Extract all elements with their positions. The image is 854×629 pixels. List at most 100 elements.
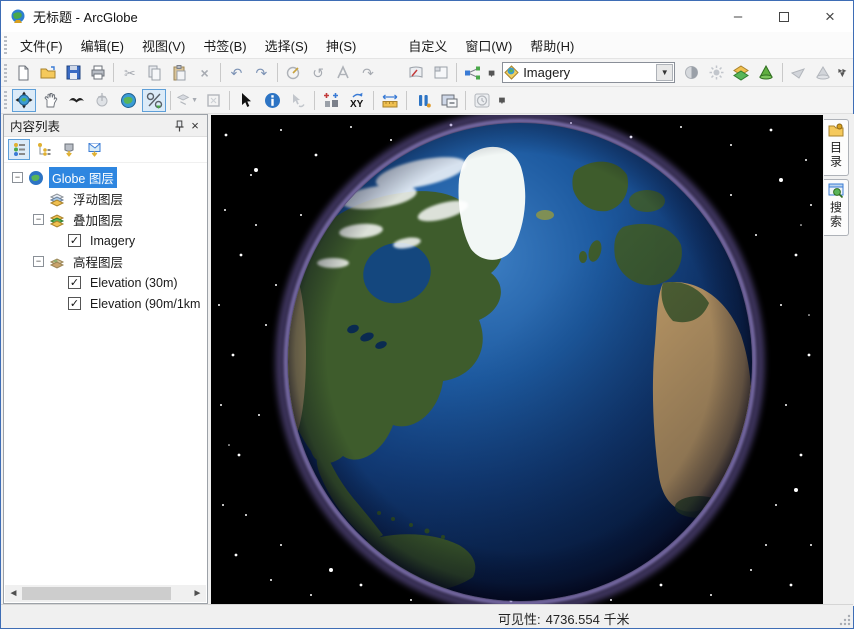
tree-label-elevation-90m[interactable]: Elevation (90m/1km: [87, 296, 203, 312]
tree-item-elevation-90m[interactable]: ✓ Elevation (90m/1km: [4, 293, 207, 314]
gray-cone-1-button[interactable]: [787, 61, 810, 84]
list-by-visibility-button[interactable]: [58, 139, 80, 160]
tree-item-floating-layers[interactable]: 浮动图层: [4, 188, 207, 209]
menu-customize[interactable]: 自定义: [399, 32, 456, 59]
collapse-icon[interactable]: −: [33, 214, 44, 225]
cut-button[interactable]: ✂: [118, 61, 141, 84]
new-document-button[interactable]: [12, 61, 35, 84]
menu-window[interactable]: 窗口(W): [456, 32, 521, 59]
tree-label-floating-layers[interactable]: 浮动图层: [70, 188, 126, 209]
paste-button[interactable]: [168, 61, 191, 84]
panel-close-button[interactable]: ×: [187, 118, 203, 134]
menu-edit[interactable]: 编辑(E): [72, 32, 133, 59]
undo-button[interactable]: ↶: [225, 61, 248, 84]
html-popup-button[interactable]: [286, 89, 310, 112]
maximize-button[interactable]: [761, 1, 807, 32]
time-slider-button[interactable]: [470, 89, 494, 112]
menu-bookmarks[interactable]: 书签(B): [194, 32, 255, 59]
animation-controls-button[interactable]: [411, 89, 435, 112]
curve-tool-button[interactable]: ↷: [356, 61, 379, 84]
menu-view[interactable]: 视图(V): [133, 32, 194, 59]
list-by-visibility-icon: [62, 142, 76, 157]
imagery-checkbox[interactable]: ✓: [68, 234, 81, 247]
label-tool-button[interactable]: [332, 61, 355, 84]
redo-button[interactable]: ↷: [250, 61, 273, 84]
contrast-circle-icon: [684, 65, 699, 80]
layer-combo-icon: [503, 64, 520, 81]
viewer-window-2-button[interactable]: [429, 61, 452, 84]
close-button[interactable]: ×: [807, 1, 853, 32]
delete-button[interactable]: ×: [193, 61, 216, 84]
tab-search[interactable]: 搜索: [824, 179, 849, 236]
tree-item-draped-layers[interactable]: − 叠加图层: [4, 209, 207, 230]
nav-toolbar-grip[interactable]: [4, 91, 7, 109]
menu-selection[interactable]: 选择(S): [256, 32, 317, 59]
tree-label-elevation-30m[interactable]: Elevation (30m): [87, 275, 181, 291]
navigation-mode-button[interactable]: [142, 89, 166, 112]
elevation-30m-checkbox[interactable]: ✓: [68, 276, 81, 289]
tree-label-globe-layers[interactable]: Globe 图层: [49, 167, 117, 188]
copy-button[interactable]: [143, 61, 166, 84]
fixed-zoom-button[interactable]: [201, 89, 225, 112]
menu-tools[interactable]: 抻(S): [317, 32, 365, 59]
nav-toolbar-overflow-button[interactable]: ▄▼: [495, 89, 509, 111]
print-button[interactable]: [87, 61, 110, 84]
gray-cone-2-button[interactable]: [812, 61, 835, 84]
green-cone-button[interactable]: [755, 61, 778, 84]
select-arrow-button[interactable]: [234, 89, 258, 112]
open-button[interactable]: [37, 61, 60, 84]
tree-label-draped-layers[interactable]: 叠加图层: [70, 209, 126, 230]
tree-item-globe-layers[interactable]: − Globe 图层: [4, 167, 207, 188]
scroll-thumb[interactable]: [22, 587, 171, 600]
brightness-button[interactable]: [705, 61, 728, 84]
navigate-button[interactable]: [12, 89, 36, 112]
tab-catalog[interactable]: 目录: [824, 119, 849, 176]
globe-3d-view[interactable]: [211, 115, 823, 606]
schematic-button[interactable]: [461, 61, 484, 84]
viewer-manager-button[interactable]: [437, 89, 461, 112]
toolbar-options-button[interactable]: ▸▸▼: [836, 62, 849, 84]
sketch-tool-button[interactable]: [282, 61, 305, 84]
list-by-drawing-order-button[interactable]: [8, 139, 30, 160]
layer-combo-dropdown-button[interactable]: ▼: [656, 64, 673, 81]
resize-grip[interactable]: [838, 613, 851, 626]
layer-effects-button[interactable]: [730, 61, 753, 84]
tree-label-elevation-layers[interactable]: 高程图层: [70, 251, 126, 272]
list-by-selection-button[interactable]: [83, 139, 105, 160]
minimize-button[interactable]: –: [715, 1, 761, 32]
scroll-left-icon[interactable]: ◄: [5, 585, 22, 602]
center-target-button[interactable]: [90, 89, 114, 112]
layer-combo[interactable]: Imagery ▼: [502, 62, 675, 83]
tree-item-imagery[interactable]: ✓ Imagery: [4, 230, 207, 251]
toc-horizontal-scrollbar[interactable]: ◄ ►: [5, 585, 206, 602]
toolbar-overflow-button[interactable]: ▄▼: [485, 62, 498, 84]
elevation-90m-checkbox[interactable]: ✓: [68, 297, 81, 310]
identify-button[interactable]: [260, 89, 284, 112]
list-by-source-button[interactable]: [33, 139, 55, 160]
full-extent-button[interactable]: [116, 89, 140, 112]
collapse-icon[interactable]: −: [33, 256, 44, 267]
globe-viewport[interactable]: [211, 115, 823, 606]
zoom-to-layer-button[interactable]: ▼: [175, 89, 199, 112]
measure-button[interactable]: [378, 89, 402, 112]
arcglobe-app-icon: [9, 8, 27, 26]
tree-label-imagery[interactable]: Imagery: [87, 233, 138, 249]
rotate-tool-button[interactable]: ↺: [307, 61, 330, 84]
go-to-xy-button[interactable]: XY: [345, 89, 369, 112]
tree-item-elevation-layers[interactable]: − 高程图层: [4, 251, 207, 272]
scroll-right-icon[interactable]: ►: [189, 585, 206, 602]
find-button[interactable]: [319, 89, 343, 112]
contrast-button[interactable]: [680, 61, 703, 84]
viewer-window-1-button[interactable]: [404, 61, 427, 84]
menu-file[interactable]: 文件(F): [11, 32, 72, 59]
pin-button[interactable]: [171, 118, 187, 134]
save-button[interactable]: [62, 61, 85, 84]
pan-button[interactable]: [38, 89, 62, 112]
collapse-icon[interactable]: −: [12, 172, 23, 183]
visibility-status: 可见性:4736.554 千米: [498, 609, 629, 628]
tree-item-elevation-30m[interactable]: ✓ Elevation (30m): [4, 272, 207, 293]
fly-button[interactable]: [64, 89, 88, 112]
menu-help[interactable]: 帮助(H): [521, 32, 583, 59]
standard-toolbar-grip[interactable]: [4, 64, 7, 82]
menubar-grip[interactable]: [4, 36, 7, 54]
